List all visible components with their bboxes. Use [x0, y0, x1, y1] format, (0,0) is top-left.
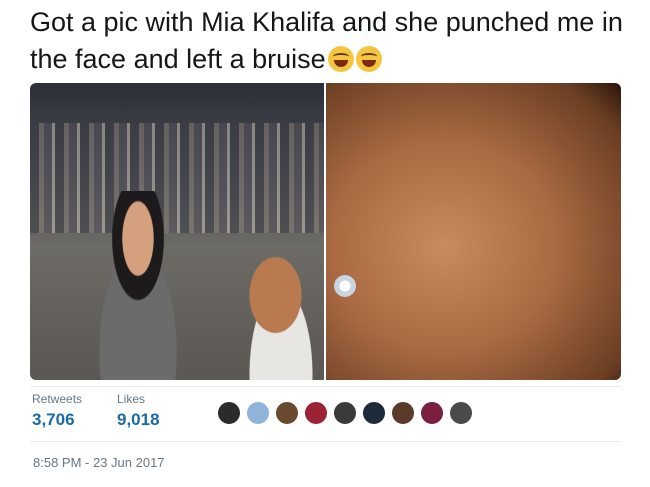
avatar[interactable] [332, 400, 358, 426]
tweet-timestamp[interactable]: 8:58 PM - 23 Jun 2017 [33, 455, 165, 470]
tears-of-joy-emoji-icon [327, 46, 354, 72]
avatar[interactable] [245, 400, 271, 426]
tweet-text: Got a pic with Mia Khalifa and she punch… [30, 4, 630, 78]
avatar[interactable] [419, 400, 445, 426]
avatar[interactable] [390, 400, 416, 426]
retweets-label: Retweets [32, 392, 83, 406]
divider [30, 386, 621, 387]
face-closeup-photo[interactable] [326, 83, 621, 380]
earring-icon [334, 275, 356, 297]
likes-count: 9,018 [117, 410, 160, 429]
man-figure [226, 223, 336, 380]
woman-figure [78, 191, 198, 380]
selfie-photo[interactable] [30, 83, 336, 380]
retweets-stat[interactable]: Retweets 3,706 [32, 392, 82, 431]
avatar[interactable] [303, 400, 329, 426]
avatar[interactable] [216, 400, 242, 426]
avatar[interactable] [274, 400, 300, 426]
likes-stat[interactable]: Likes 9,018 [117, 392, 160, 431]
tears-of-joy-emoji-icon [355, 46, 382, 72]
divider [30, 441, 621, 442]
liker-avatars [216, 400, 474, 426]
tweet-body: Got a pic with Mia Khalifa and she punch… [30, 7, 623, 74]
tweet-media[interactable] [30, 83, 621, 380]
retweets-count: 3,706 [32, 410, 75, 429]
avatar[interactable] [361, 400, 387, 426]
likes-label: Likes [117, 392, 146, 406]
avatar[interactable] [448, 400, 474, 426]
